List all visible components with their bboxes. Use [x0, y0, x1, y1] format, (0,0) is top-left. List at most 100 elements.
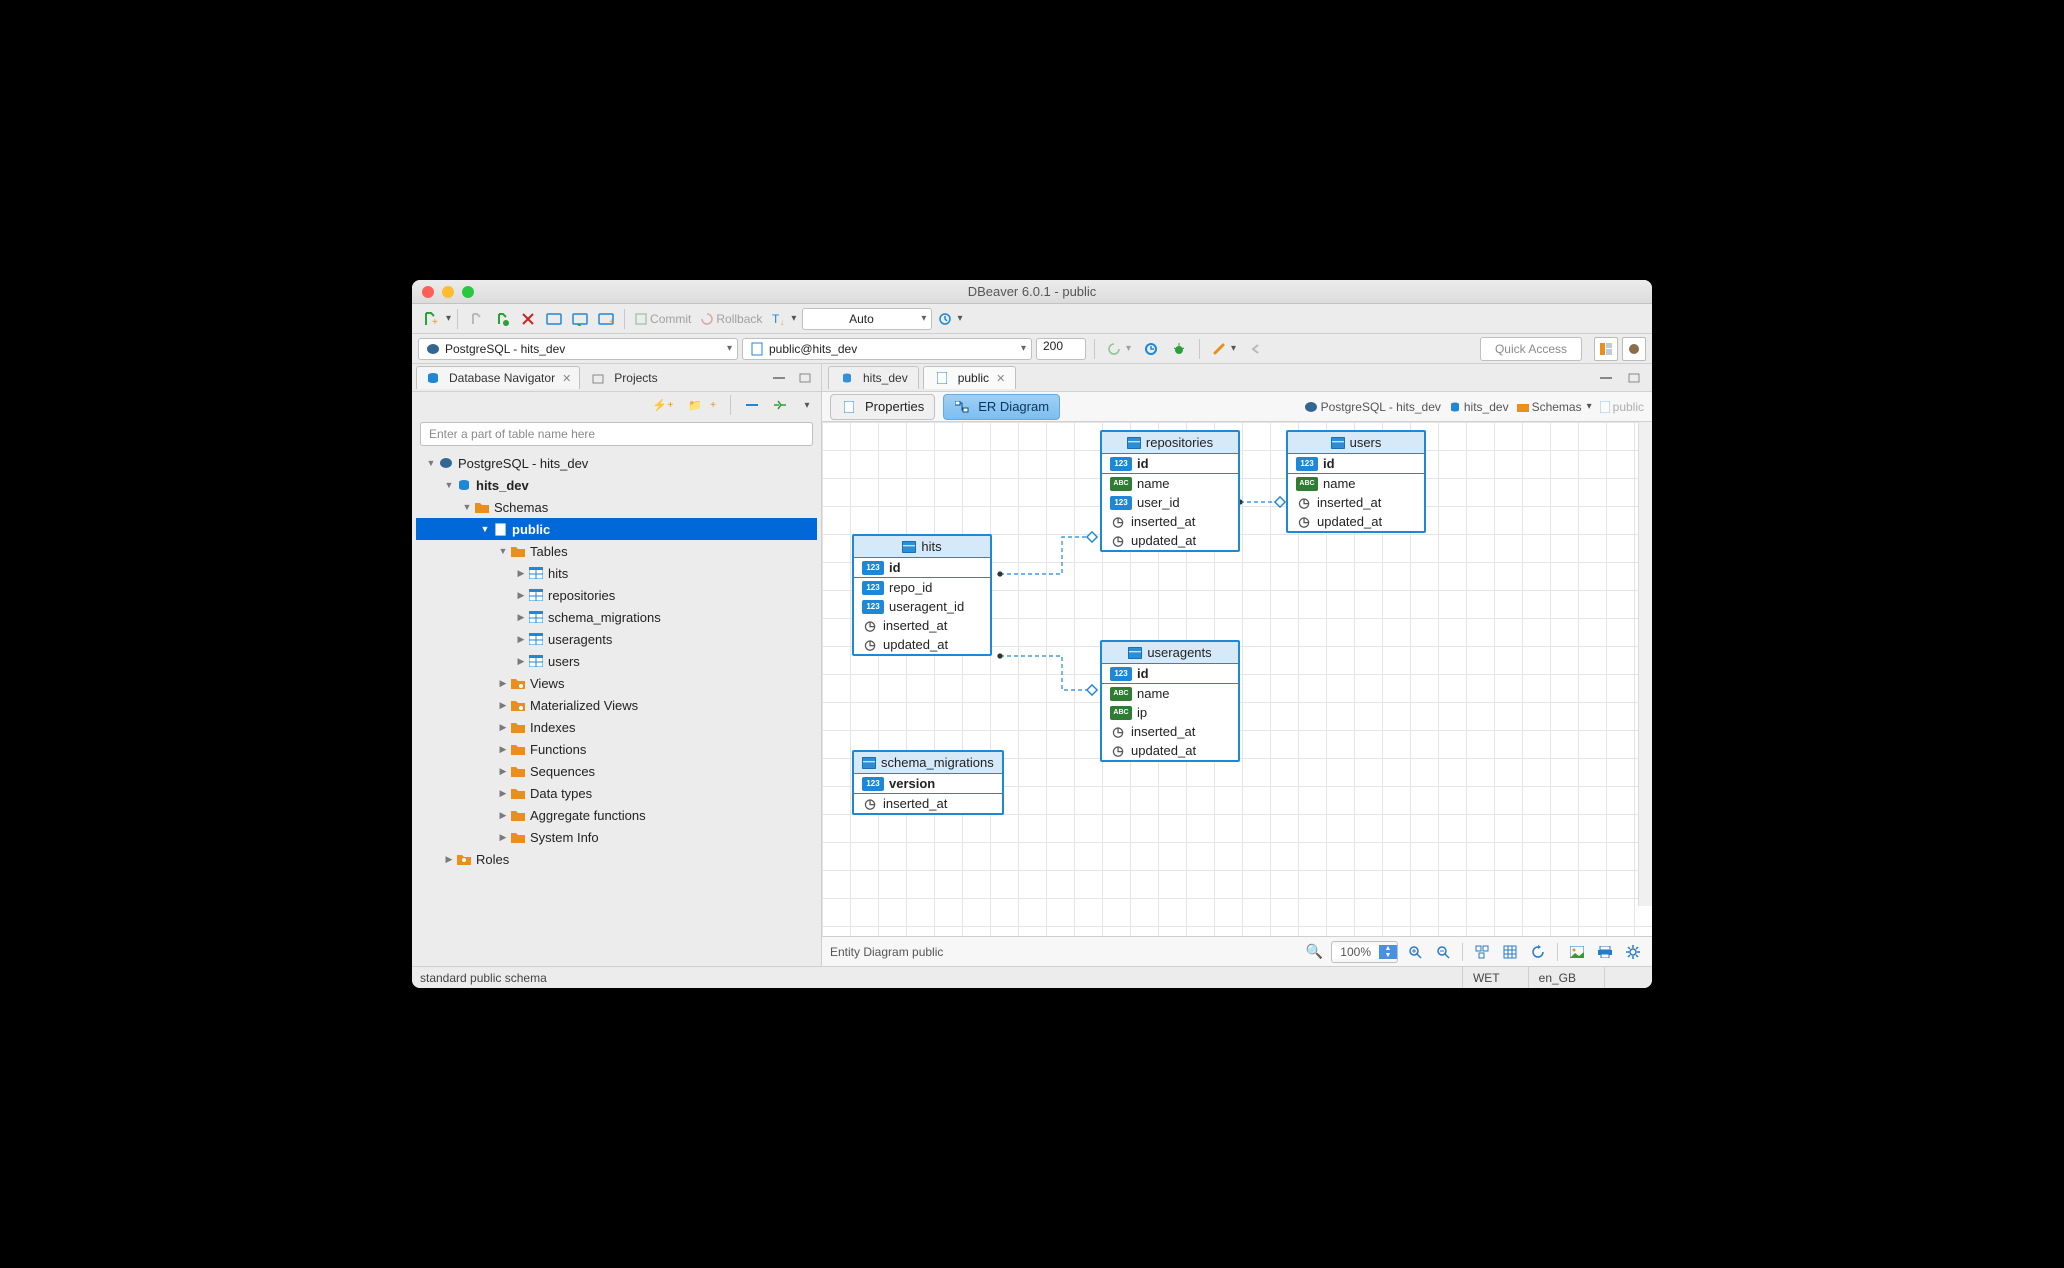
tree-schemas[interactable]: Schemas	[416, 496, 817, 518]
entity-column[interactable]: 123 useragent_id	[854, 597, 990, 616]
breadcrumb-schemas[interactable]: Schemas ▾	[1517, 400, 1592, 414]
tree-group-views[interactable]: Views	[416, 672, 817, 694]
collapse-all-button[interactable]	[741, 395, 763, 415]
subtab-properties[interactable]: Properties	[830, 394, 935, 420]
disclosure-triangle-icon[interactable]	[496, 700, 510, 711]
close-icon[interactable]: ✕	[562, 372, 571, 385]
breadcrumb-public[interactable]: public	[1600, 400, 1644, 414]
new-folder-button[interactable]: 📁+	[683, 395, 720, 415]
debug-button[interactable]	[1167, 337, 1191, 361]
tree-table-useragents[interactable]: useragents	[416, 628, 817, 650]
entity-hits[interactable]: hits 123 id 123 repo_id 123 useragent_id…	[852, 534, 992, 656]
export-image-button[interactable]	[1566, 941, 1588, 963]
entity-schema_migrations[interactable]: schema_migrations 123 version ◷ inserted…	[852, 750, 1004, 815]
entity-column[interactable]: 123 user_id	[1102, 493, 1238, 512]
disclosure-triangle-icon[interactable]	[442, 480, 456, 491]
entity-column[interactable]: 123 repo_id	[854, 578, 990, 597]
tree-database[interactable]: hits_dev	[416, 474, 817, 496]
entity-header[interactable]: users	[1288, 432, 1424, 454]
grid-button[interactable]	[1499, 941, 1521, 963]
tree-table-repositories[interactable]: repositories	[416, 584, 817, 606]
sql-editor-button[interactable]	[542, 307, 566, 331]
search-button[interactable]: ▾	[1208, 337, 1240, 361]
zoom-combo[interactable]: 100% ▲▼	[1331, 941, 1398, 963]
tree-table-users[interactable]: users	[416, 650, 817, 672]
tree-group-functions[interactable]: Functions	[416, 738, 817, 760]
tree-table-hits[interactable]: hits	[416, 562, 817, 584]
disclosure-triangle-icon[interactable]	[514, 634, 528, 645]
entity-header[interactable]: useragents	[1102, 642, 1238, 664]
entity-column[interactable]: ABC name	[1102, 684, 1238, 703]
disclosure-triangle-icon[interactable]	[496, 832, 510, 843]
entity-column[interactable]: ◷ inserted_at	[854, 616, 990, 635]
tree-group-materialized-views[interactable]: Materialized Views	[416, 694, 817, 716]
sql-recent-button[interactable]	[568, 307, 592, 331]
disclosure-triangle-icon[interactable]	[496, 678, 510, 689]
entity-column[interactable]: ◷ inserted_at	[854, 794, 1002, 813]
new-connection-mini-button[interactable]: ⚡+	[648, 395, 677, 415]
disclosure-triangle-icon[interactable]	[424, 458, 438, 469]
tab-projects[interactable]: Projects	[582, 367, 665, 389]
commit-button[interactable]: Commit	[631, 307, 695, 331]
rollback-button[interactable]: Rollback	[697, 307, 766, 331]
tree-connection[interactable]: PostgreSQL - hits_dev	[416, 452, 817, 474]
diagram-canvas[interactable]: hits 123 id 123 repo_id 123 useragent_id…	[822, 422, 1652, 936]
zoom-out-button[interactable]	[1432, 941, 1454, 963]
tree-group-aggregate-functions[interactable]: Aggregate functions	[416, 804, 817, 826]
zoom-fit-icon[interactable]: 🔍	[1303, 941, 1325, 963]
connection-combo[interactable]: PostgreSQL - hits_dev	[418, 338, 738, 360]
tree-schema-public[interactable]: public	[416, 518, 817, 540]
schema-combo[interactable]: public@hits_dev	[742, 338, 1032, 360]
entity-column[interactable]: ◷ inserted_at	[1288, 493, 1424, 512]
entity-column[interactable]: 123 id	[1102, 454, 1238, 474]
maximize-editor-button[interactable]	[1622, 366, 1646, 390]
breadcrumb-connection[interactable]: PostgreSQL - hits_dev	[1304, 400, 1441, 414]
entity-column[interactable]: ◷ updated_at	[1102, 741, 1238, 760]
breadcrumb-database[interactable]: hits_dev	[1449, 400, 1509, 414]
disclosure-triangle-icon[interactable]	[478, 524, 492, 535]
history-button[interactable]: ▾	[934, 307, 966, 331]
new-connection-button[interactable]: +	[418, 307, 442, 331]
entity-column[interactable]: 123 version	[854, 774, 1002, 794]
entity-column[interactable]: 123 id	[1102, 664, 1238, 684]
disclosure-triangle-icon[interactable]	[460, 502, 474, 513]
close-icon[interactable]: ✕	[996, 372, 1005, 385]
database-tree[interactable]: PostgreSQL - hits_devhits_devSchemaspubl…	[412, 450, 821, 966]
tree-tables[interactable]: Tables	[416, 540, 817, 562]
disclosure-triangle-icon[interactable]	[496, 546, 510, 557]
tree-group-system-info[interactable]: System Info	[416, 826, 817, 848]
minimize-editor-button[interactable]	[1594, 366, 1618, 390]
entity-column[interactable]: ◷ inserted_at	[1102, 722, 1238, 741]
entity-header[interactable]: hits	[854, 536, 990, 558]
tree-group-data-types[interactable]: Data types	[416, 782, 817, 804]
tab-database-navigator[interactable]: Database Navigator ✕	[416, 366, 580, 389]
entity-header[interactable]: schema_migrations	[854, 752, 1002, 774]
disclosure-triangle-icon[interactable]	[514, 656, 528, 667]
sql-new-button[interactable]: +	[594, 307, 618, 331]
disclosure-triangle-icon[interactable]	[496, 744, 510, 755]
dbeaver-logo-button[interactable]	[1622, 337, 1646, 361]
link-editor-button[interactable]	[769, 395, 791, 415]
entity-column[interactable]: ABC name	[1288, 474, 1424, 493]
entity-column[interactable]: ◷ updated_at	[854, 635, 990, 654]
perspective-button[interactable]	[1594, 337, 1618, 361]
zoom-in-button[interactable]	[1404, 941, 1426, 963]
disclosure-triangle-icon[interactable]	[514, 568, 528, 579]
entity-users[interactable]: users 123 id ABC name ◷ inserted_at ◷ up…	[1286, 430, 1426, 533]
view-menu-button[interactable]: ▾	[797, 395, 815, 415]
disclosure-triangle-icon[interactable]	[514, 612, 528, 623]
reconnect-button[interactable]	[490, 307, 514, 331]
subtab-er-diagram[interactable]: ER Diagram	[943, 394, 1060, 420]
tree-table-schema_migrations[interactable]: schema_migrations	[416, 606, 817, 628]
disclosure-triangle-icon[interactable]	[514, 590, 528, 601]
quick-access[interactable]: Quick Access	[1480, 337, 1582, 361]
entity-column[interactable]: ABC ip	[1102, 703, 1238, 722]
refresh-diagram-button[interactable]	[1527, 941, 1549, 963]
disclosure-triangle-icon[interactable]	[442, 854, 456, 865]
entity-column[interactable]: 123 id	[1288, 454, 1424, 474]
entity-repositories[interactable]: repositories 123 id ABC name 123 user_id…	[1100, 430, 1240, 552]
disclosure-triangle-icon[interactable]	[496, 722, 510, 733]
new-connection-dropdown[interactable]: ▾	[446, 313, 451, 324]
connect-button[interactable]	[464, 307, 488, 331]
minimize-view-button[interactable]	[767, 366, 791, 390]
